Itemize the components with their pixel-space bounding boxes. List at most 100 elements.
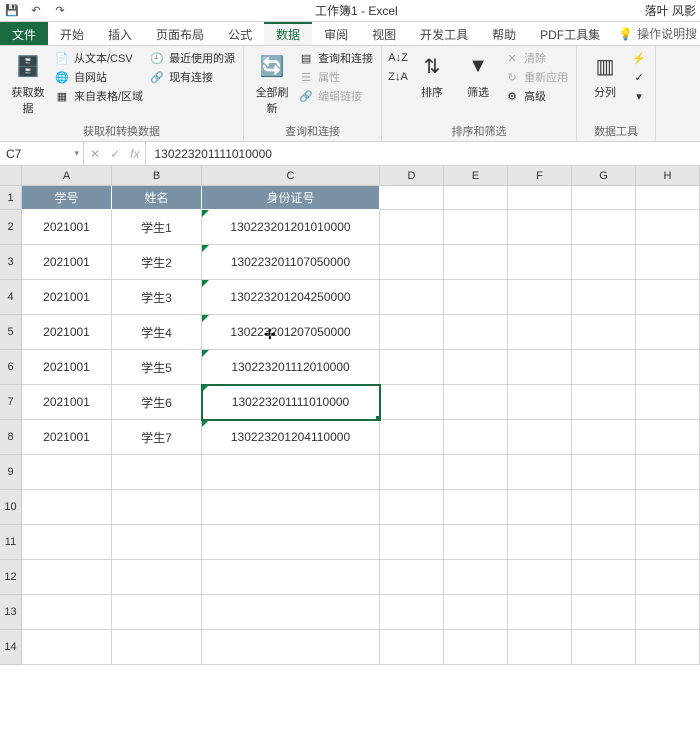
- col-header-D[interactable]: D: [380, 166, 444, 186]
- cell[interactable]: [508, 210, 572, 245]
- tab-页面布局[interactable]: 页面布局: [144, 22, 216, 45]
- cell[interactable]: [508, 385, 572, 420]
- cell[interactable]: [572, 210, 636, 245]
- cell[interactable]: [112, 630, 202, 665]
- cell[interactable]: [112, 595, 202, 630]
- tab-PDF工具集[interactable]: PDF工具集: [528, 22, 612, 45]
- row-header-13[interactable]: 13: [0, 595, 22, 630]
- cell[interactable]: [380, 315, 444, 350]
- cell[interactable]: [508, 455, 572, 490]
- cell[interactable]: [202, 525, 380, 560]
- col-header-H[interactable]: H: [636, 166, 700, 186]
- row-header-5[interactable]: 5: [0, 315, 22, 350]
- cell[interactable]: [202, 560, 380, 595]
- get-data-button[interactable]: 🗄️ 获取数据: [8, 50, 48, 116]
- tab-视图[interactable]: 视图: [360, 22, 408, 45]
- cell[interactable]: [112, 560, 202, 595]
- tab-file[interactable]: 文件: [0, 22, 48, 45]
- sort-az-button[interactable]: A↓Z: [390, 50, 406, 66]
- row-header-4[interactable]: 4: [0, 280, 22, 315]
- sort-button[interactable]: ⇅ 排序: [412, 50, 452, 100]
- cell[interactable]: [202, 630, 380, 665]
- cell[interactable]: [636, 595, 700, 630]
- cell[interactable]: 学生5: [112, 350, 202, 385]
- row-header-8[interactable]: 8: [0, 420, 22, 455]
- cell[interactable]: [202, 490, 380, 525]
- cell[interactable]: 学生2: [112, 245, 202, 280]
- tab-公式[interactable]: 公式: [216, 22, 264, 45]
- cell[interactable]: [636, 350, 700, 385]
- cell[interactable]: [380, 210, 444, 245]
- cell[interactable]: 2021001: [22, 315, 112, 350]
- cell[interactable]: [380, 490, 444, 525]
- cell[interactable]: [636, 280, 700, 315]
- cell[interactable]: 姓名: [112, 186, 202, 210]
- cell[interactable]: [202, 595, 380, 630]
- cell[interactable]: 学生6: [112, 385, 202, 420]
- cell[interactable]: [572, 280, 636, 315]
- cell[interactable]: [444, 186, 508, 210]
- tab-帮助[interactable]: 帮助: [480, 22, 528, 45]
- cell[interactable]: [444, 350, 508, 385]
- row-header-10[interactable]: 10: [0, 490, 22, 525]
- cell[interactable]: 学号: [22, 186, 112, 210]
- cell[interactable]: [636, 210, 700, 245]
- tab-开始[interactable]: 开始: [48, 22, 96, 45]
- advanced-button[interactable]: ⚙高级: [504, 88, 568, 104]
- cell[interactable]: [444, 245, 508, 280]
- col-header-C[interactable]: C: [202, 166, 380, 186]
- cell[interactable]: [508, 350, 572, 385]
- cell[interactable]: [22, 490, 112, 525]
- cell[interactable]: [444, 280, 508, 315]
- cell[interactable]: [636, 630, 700, 665]
- cells-area[interactable]: ✢ 学号姓名身份证号2021001学生113022320120101000020…: [22, 186, 700, 665]
- cell[interactable]: [636, 420, 700, 455]
- undo-icon[interactable]: ↶: [28, 3, 44, 19]
- tab-插入[interactable]: 插入: [96, 22, 144, 45]
- cell[interactable]: [508, 280, 572, 315]
- text-to-columns-button[interactable]: ▥ 分列: [585, 50, 625, 100]
- cell[interactable]: [508, 525, 572, 560]
- cell[interactable]: [444, 595, 508, 630]
- cell[interactable]: 130223201204250000: [202, 280, 380, 315]
- recent-sources-button[interactable]: 🕘最近使用的源: [149, 50, 235, 66]
- cell[interactable]: [572, 455, 636, 490]
- fx-icon[interactable]: fx: [130, 147, 139, 161]
- cell[interactable]: [508, 245, 572, 280]
- cell[interactable]: [444, 490, 508, 525]
- cell[interactable]: [380, 560, 444, 595]
- cell[interactable]: [380, 455, 444, 490]
- cell[interactable]: 学生1: [112, 210, 202, 245]
- save-icon[interactable]: 💾: [4, 3, 20, 19]
- cell[interactable]: [636, 385, 700, 420]
- cell[interactable]: [508, 186, 572, 210]
- row-header-14[interactable]: 14: [0, 630, 22, 665]
- row-header-2[interactable]: 2: [0, 210, 22, 245]
- from-text-csv-button[interactable]: 📄从文本/CSV: [54, 50, 143, 66]
- cell[interactable]: [444, 420, 508, 455]
- cell[interactable]: [572, 490, 636, 525]
- cell[interactable]: 130223201201010000: [202, 210, 380, 245]
- name-box[interactable]: C7: [0, 142, 84, 165]
- cell[interactable]: [22, 525, 112, 560]
- cell[interactable]: [572, 350, 636, 385]
- col-header-E[interactable]: E: [444, 166, 508, 186]
- row-header-11[interactable]: 11: [0, 525, 22, 560]
- cell[interactable]: [112, 455, 202, 490]
- cell[interactable]: [572, 630, 636, 665]
- row-header-7[interactable]: 7: [0, 385, 22, 420]
- from-web-button[interactable]: 🌐自网站: [54, 69, 143, 85]
- account-name[interactable]: 落叶 风影: [645, 2, 696, 19]
- cell[interactable]: [444, 385, 508, 420]
- cell[interactable]: [380, 186, 444, 210]
- cell[interactable]: 身份证号: [202, 186, 380, 210]
- cell[interactable]: [22, 595, 112, 630]
- cell[interactable]: [444, 560, 508, 595]
- cell[interactable]: [380, 350, 444, 385]
- tab-数据[interactable]: 数据: [264, 22, 312, 45]
- cell[interactable]: 学生4: [112, 315, 202, 350]
- row-header-12[interactable]: 12: [0, 560, 22, 595]
- tell-me[interactable]: 💡 操作说明搜: [618, 22, 697, 45]
- cell[interactable]: [508, 420, 572, 455]
- cell[interactable]: [22, 560, 112, 595]
